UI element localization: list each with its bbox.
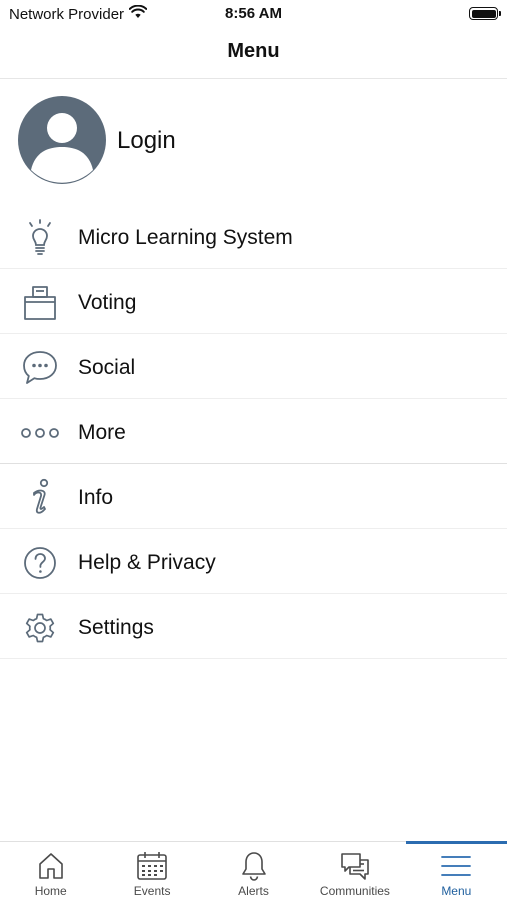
ballot-box-icon <box>20 283 60 323</box>
lightbulb-icon <box>20 218 60 258</box>
tab-label: Home <box>34 884 67 898</box>
menu-item-label: More <box>78 421 126 444</box>
tab-menu[interactable]: Menu <box>405 841 507 900</box>
menu-item-label: Micro Learning System <box>78 226 293 249</box>
tab-label: Events <box>133 884 171 898</box>
home-icon <box>34 850 68 882</box>
hamburger-icon <box>439 850 473 882</box>
divider <box>0 658 507 659</box>
chat-bubble-icon <box>20 348 60 388</box>
tab-label: Alerts <box>238 884 269 898</box>
menu-item-voting[interactable]: Voting <box>0 269 507 334</box>
gear-icon <box>20 608 60 648</box>
menu-item-label: Social <box>78 356 136 379</box>
menu-item-label: Voting <box>78 291 137 314</box>
login-label: Login <box>117 127 176 154</box>
status-time: 8:56 AM <box>225 5 282 22</box>
menu-item-info[interactable]: Info <box>0 464 507 529</box>
battery-icon <box>469 7 501 20</box>
tab-bar: Home Events Alerts Communities Menu <box>0 841 507 900</box>
menu-item-micro-learning[interactable]: Micro Learning System <box>0 204 507 269</box>
bell-icon <box>237 850 271 882</box>
login-row[interactable]: Login <box>0 79 507 204</box>
calendar-icon <box>135 850 169 882</box>
status-bar: Network Provider 8:56 AM <box>0 0 507 28</box>
menu-list: Micro Learning System Voting Social More… <box>0 204 507 659</box>
menu-item-settings[interactable]: Settings <box>0 594 507 659</box>
page-title: Menu <box>227 40 280 62</box>
menu-item-help-privacy[interactable]: Help & Privacy <box>0 529 507 594</box>
tab-events[interactable]: Events <box>101 842 202 900</box>
tab-label: Menu <box>441 884 472 898</box>
menu-item-label: Settings <box>78 616 154 639</box>
tab-alerts[interactable]: Alerts <box>203 842 304 900</box>
menu-item-more[interactable]: More <box>0 399 507 464</box>
tab-label: Communities <box>319 884 390 898</box>
menu-item-label: Info <box>78 486 114 509</box>
tab-communities[interactable]: Communities <box>304 842 405 900</box>
avatar-icon <box>18 96 106 184</box>
more-dots-icon <box>20 413 60 453</box>
info-icon <box>20 478 60 518</box>
chat-bubbles-icon <box>338 850 372 882</box>
tab-home[interactable]: Home <box>0 842 101 900</box>
menu-item-social[interactable]: Social <box>0 334 507 399</box>
menu-item-label: Help & Privacy <box>78 551 216 574</box>
help-icon <box>20 543 60 583</box>
